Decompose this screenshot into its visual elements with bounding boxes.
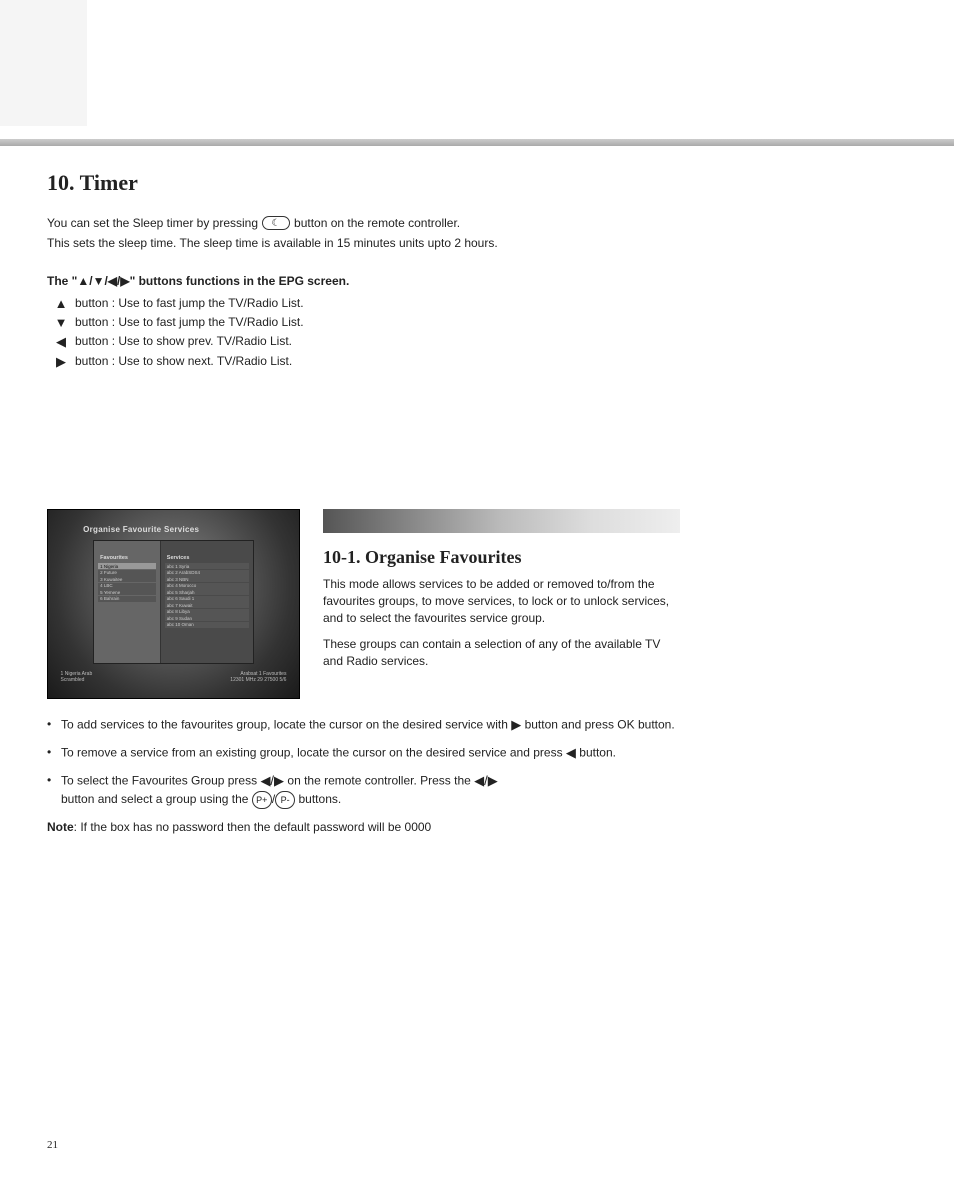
intro-para: This sets the sleep time. The sleep time… — [47, 236, 687, 250]
left-arrow-icon: ◀ — [47, 334, 75, 350]
button-desc: button : Use to fast jump the TV/Radio L… — [75, 296, 687, 311]
list-item: 1 Nigeria — [98, 563, 156, 569]
bullet-dot: • — [47, 744, 61, 762]
screenshot-footer-right: Arabsat 1 Favourites 12301 MHz 29 27500 … — [230, 671, 286, 683]
header-divider — [0, 139, 954, 146]
button-row: ▼ button : Use to fast jump the TV/Radio… — [47, 315, 687, 330]
screenshot-title: Organise Favourite Services — [83, 525, 199, 534]
select-group-mid2: button and select a group using the — [61, 792, 252, 806]
list-item: abc 3 NBN — [165, 576, 249, 582]
section-title: 10. Timer — [47, 170, 687, 196]
list-item: 3 Kuwaitee — [98, 576, 156, 582]
page-number: 21 — [47, 1139, 58, 1151]
favourites-column: Favourites 1 Nigeria 2 Future 3 Kuwaitee… — [94, 541, 161, 663]
list-item: abc 6 Saudi 1 — [165, 596, 249, 602]
screenshot-footer-left: 1 Nigeria Arab Scrambled — [61, 671, 93, 683]
list-item: 6 Bahrain — [98, 596, 156, 602]
bullet-post: button and press OK button. — [525, 717, 675, 731]
list-item: 4 LBC — [98, 583, 156, 589]
bullet-item: • To add services to the favourites grou… — [47, 716, 687, 734]
bullet-item: • To remove a service from an existing g… — [47, 744, 687, 762]
favourites-header: Favourites — [98, 555, 156, 561]
list-item: abc 8 Libya — [165, 609, 249, 615]
list-item: abc 9 Sudan — [165, 615, 249, 621]
p-plus-icon: P+ — [252, 791, 272, 809]
list-item: abc 7 Kuwait — [165, 602, 249, 608]
intro-post: button on the remote controller. — [294, 216, 460, 230]
list-item: abc 4 Morocco — [165, 583, 249, 589]
button-table: ▲ button : Use to fast jump the TV/Radio… — [47, 296, 687, 370]
select-group-post: buttons. — [299, 792, 342, 806]
right-arrow-icon: ▶ — [511, 716, 521, 734]
subsection-para: These groups can contain a selection of … — [323, 636, 683, 670]
down-arrow-icon: ▼ — [47, 315, 75, 330]
screenshot-figure: Organise Favourite Services Favourites 1… — [47, 509, 300, 699]
subsection-para: This mode allows services to be added or… — [323, 576, 683, 626]
note-para: Note: If the box has no password then th… — [47, 819, 687, 836]
list-item: abc 2 ArabSDS4 — [165, 570, 249, 576]
subsection-block: 10-1. Organise Favourites This mode allo… — [323, 509, 683, 680]
bullet-item: • To select the Favourites Group press ◀… — [47, 772, 687, 808]
right-arrow-icon: ▶ — [47, 354, 75, 370]
page-tab — [0, 0, 87, 126]
services-column: Services abc 1 Syria abc 2 ArabSDS4 abc … — [161, 541, 253, 663]
main-content: 10. Timer You can set the Sleep timer by… — [47, 170, 687, 400]
list-item: abc 1 Syria — [165, 563, 249, 569]
button-desc: button : Use to show next. TV/Radio List… — [75, 354, 687, 370]
p-minus-icon: P- — [275, 791, 295, 809]
intro-pre: You can set the Sleep timer by pressing — [47, 216, 258, 230]
button-row: ▲ button : Use to fast jump the TV/Radio… — [47, 296, 687, 311]
select-group-pre: To select the Favourites Group press — [61, 774, 260, 788]
button-row: ◀ button : Use to show prev. TV/Radio Li… — [47, 334, 687, 350]
intro-line: You can set the Sleep timer by pressing … — [47, 216, 687, 230]
button-desc: button : Use to show prev. TV/Radio List… — [75, 334, 687, 350]
left-arrow-icon: ◀ — [566, 744, 576, 762]
list-item: 5 Yemene — [98, 589, 156, 595]
bullet-dot: • — [47, 716, 61, 734]
gradient-bar — [323, 509, 680, 533]
up-arrow-icon: ▲ — [47, 296, 75, 311]
sleep-icon: ☾ — [262, 216, 290, 230]
screenshot-inner: Favourites 1 Nigeria 2 Future 3 Kuwaitee… — [93, 540, 254, 664]
left-right-arrow-icon: ◀/▶ — [260, 772, 284, 790]
buttons-header: The "▲/▼/◀/▶" buttons functions in the E… — [47, 274, 687, 288]
bullet-dot: • — [47, 772, 61, 808]
bullet-post: button. — [579, 745, 616, 759]
button-row: ▶ button : Use to show next. TV/Radio Li… — [47, 354, 687, 370]
list-item: abc 5 Sharjah — [165, 589, 249, 595]
select-group-mid1: on the remote controller. Press the — [287, 774, 474, 788]
services-header: Services — [165, 555, 249, 561]
subsection-title: 10-1. Organise Favourites — [323, 547, 683, 568]
lower-content: • To add services to the favourites grou… — [47, 716, 687, 845]
note-label: Note — [47, 820, 74, 834]
list-item: 2 Future — [98, 570, 156, 576]
bullet-pre: To add services to the favourites group,… — [61, 717, 511, 731]
left-right-arrow-icon: ◀/▶ — [474, 772, 498, 790]
note-text: : If the box has no password then the de… — [74, 820, 432, 834]
button-desc: button : Use to fast jump the TV/Radio L… — [75, 315, 687, 330]
bullet-pre: To remove a service from an existing gro… — [61, 745, 566, 759]
list-item: abc 10 Oman — [165, 622, 249, 628]
